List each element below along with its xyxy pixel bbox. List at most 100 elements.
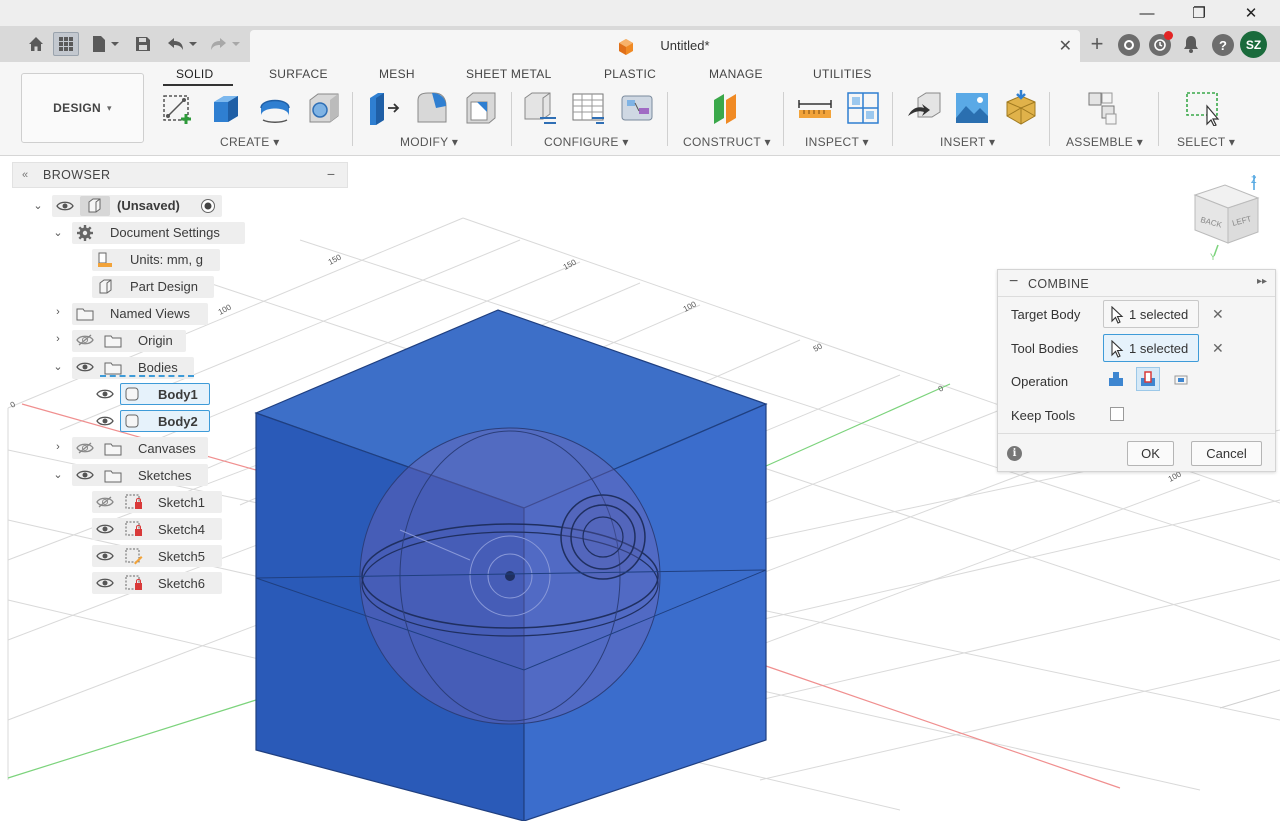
browser-panel-header[interactable]: « BROWSER −: [12, 162, 348, 188]
group-inspect-label[interactable]: INSPECT ▾: [805, 135, 869, 149]
chevron-down-icon[interactable]: ⌄: [52, 360, 64, 373]
new-component-icon[interactable]: [1086, 90, 1122, 126]
group-select-label[interactable]: SELECT ▾: [1177, 135, 1235, 149]
tab-solid[interactable]: SOLID: [176, 67, 214, 81]
close-window-button[interactable]: ✕: [1228, 0, 1274, 26]
group-configure-label[interactable]: CONFIGURE ▾: [544, 135, 629, 149]
file-menu-icon[interactable]: [88, 32, 122, 56]
clear-target-selection-icon[interactable]: ✕: [1212, 306, 1224, 323]
configure-body-icon[interactable]: [522, 90, 558, 126]
group-assemble-label[interactable]: ASSEMBLE ▾: [1066, 135, 1143, 149]
chevron-down-icon[interactable]: ⌄: [32, 199, 44, 212]
shell-icon[interactable]: [463, 90, 499, 126]
root-component-label: (Unsaved): [117, 198, 180, 213]
activate-radio-icon[interactable]: [200, 198, 216, 214]
workspace-switcher[interactable]: DESIGN ▾: [21, 73, 144, 143]
eye-icon[interactable]: [96, 414, 114, 428]
help-icon[interactable]: ?: [1212, 34, 1234, 56]
insert-derive-icon[interactable]: [906, 90, 942, 126]
cursor-arrow-icon: [1111, 340, 1124, 358]
chevron-right-icon[interactable]: ›: [52, 306, 64, 318]
fillet-icon[interactable]: [414, 90, 450, 126]
viewcube[interactable]: BACK LEFT Z Y: [1193, 175, 1260, 262]
eye-icon[interactable]: [56, 199, 74, 213]
operation-join-icon[interactable]: [1104, 367, 1128, 391]
new-tab-icon[interactable]: +: [1087, 31, 1107, 56]
group-create-label[interactable]: CREATE ▾: [220, 135, 280, 149]
tab-mesh[interactable]: MESH: [379, 67, 415, 81]
group-construct-label[interactable]: CONSTRUCT ▾: [683, 135, 771, 149]
eye-icon[interactable]: [96, 549, 114, 563]
chevron-down-icon[interactable]: ⌄: [52, 226, 64, 239]
eye-icon[interactable]: [96, 576, 114, 590]
grid-label: 100: [682, 299, 698, 313]
configuration-rules-icon[interactable]: [619, 90, 655, 126]
group-modify-label[interactable]: MODIFY ▾: [400, 135, 458, 149]
notifications-bell-icon[interactable]: [1181, 32, 1201, 56]
keep-tools-checkbox[interactable]: [1110, 407, 1124, 421]
eye-hidden-icon[interactable]: [96, 495, 114, 509]
minimize-button[interactable]: —: [1124, 0, 1170, 26]
clear-tool-selection-icon[interactable]: ✕: [1212, 340, 1224, 357]
select-icon[interactable]: [1185, 90, 1221, 126]
close-tab-button[interactable]: ✕: [1059, 36, 1072, 56]
active-tab-indicator: [163, 84, 233, 86]
section-analysis-icon[interactable]: [845, 90, 881, 126]
document-tab[interactable]: Untitled* ✕: [250, 30, 1080, 62]
y-axis-line-back: [765, 383, 951, 467]
chevron-right-icon[interactable]: ›: [52, 333, 64, 345]
browser-collapse-chevron-icon[interactable]: «: [13, 169, 37, 181]
chevron-down-icon[interactable]: ⌄: [52, 468, 64, 481]
redo-icon[interactable]: [206, 32, 242, 56]
configuration-table-icon[interactable]: [570, 90, 606, 126]
data-panel-grid-icon[interactable]: [53, 32, 79, 56]
offset-plane-icon[interactable]: [708, 90, 744, 126]
user-avatar[interactable]: SZ: [1240, 31, 1267, 58]
save-icon[interactable]: [132, 32, 154, 56]
home-icon[interactable]: [24, 32, 48, 56]
target-body-label: Target Body: [1011, 307, 1081, 322]
extensions-icon[interactable]: [1118, 34, 1140, 56]
eye-icon[interactable]: [76, 468, 94, 482]
target-body-selector[interactable]: 1 selected: [1103, 300, 1199, 328]
undo-icon[interactable]: [163, 32, 199, 56]
chevron-right-icon[interactable]: ›: [52, 441, 64, 453]
operation-cut-icon[interactable]: [1136, 367, 1160, 391]
measure-icon[interactable]: [797, 90, 833, 126]
operation-intersect-icon[interactable]: [1169, 367, 1193, 391]
cancel-button[interactable]: Cancel: [1191, 441, 1262, 466]
hole-icon[interactable]: [306, 90, 342, 126]
expand-dialog-icon[interactable]: ▸▸: [1257, 276, 1267, 287]
revolve-icon[interactable]: [257, 90, 293, 126]
combine-dialog-header[interactable]: − COMBINE ▸▸: [998, 270, 1275, 297]
browser-minimize-button[interactable]: −: [327, 166, 335, 182]
insert-canvas-icon[interactable]: [954, 90, 990, 126]
collapse-dialog-button[interactable]: −: [1009, 273, 1018, 291]
eye-icon[interactable]: [76, 360, 94, 374]
extrude-icon[interactable]: [208, 90, 244, 126]
sketch-label: Sketch4: [158, 522, 205, 537]
restore-button[interactable]: ❐: [1176, 0, 1222, 26]
group-insert-label[interactable]: INSERT ▾: [940, 135, 995, 149]
folder-icon: [76, 308, 94, 321]
tab-manage[interactable]: MANAGE: [709, 67, 763, 81]
sketches-label: Sketches: [138, 468, 192, 483]
combine-dialog-title: COMBINE: [1028, 277, 1090, 291]
tab-plastic[interactable]: PLASTIC: [604, 67, 656, 81]
tab-surface[interactable]: SURFACE: [269, 67, 328, 81]
create-sketch-icon[interactable]: [160, 90, 196, 126]
eye-icon[interactable]: [96, 522, 114, 536]
eye-hidden-icon[interactable]: [76, 333, 94, 347]
ok-button[interactable]: OK: [1127, 441, 1174, 466]
tool-bodies-selector[interactable]: 1 selected: [1103, 334, 1199, 362]
eye-hidden-icon[interactable]: [76, 441, 94, 455]
tab-sheet-metal[interactable]: SHEET METAL: [466, 67, 552, 81]
tool-bodies-value: 1 selected: [1129, 340, 1189, 356]
cursor-arrow-icon: [1111, 306, 1124, 324]
insert-mesh-icon[interactable]: [1003, 90, 1039, 126]
part-design-icon: [99, 279, 112, 294]
info-icon[interactable]: i: [1007, 446, 1022, 461]
tab-utilities[interactable]: UTILITIES: [813, 67, 872, 81]
press-pull-icon[interactable]: [366, 90, 402, 126]
eye-icon[interactable]: [96, 387, 114, 401]
